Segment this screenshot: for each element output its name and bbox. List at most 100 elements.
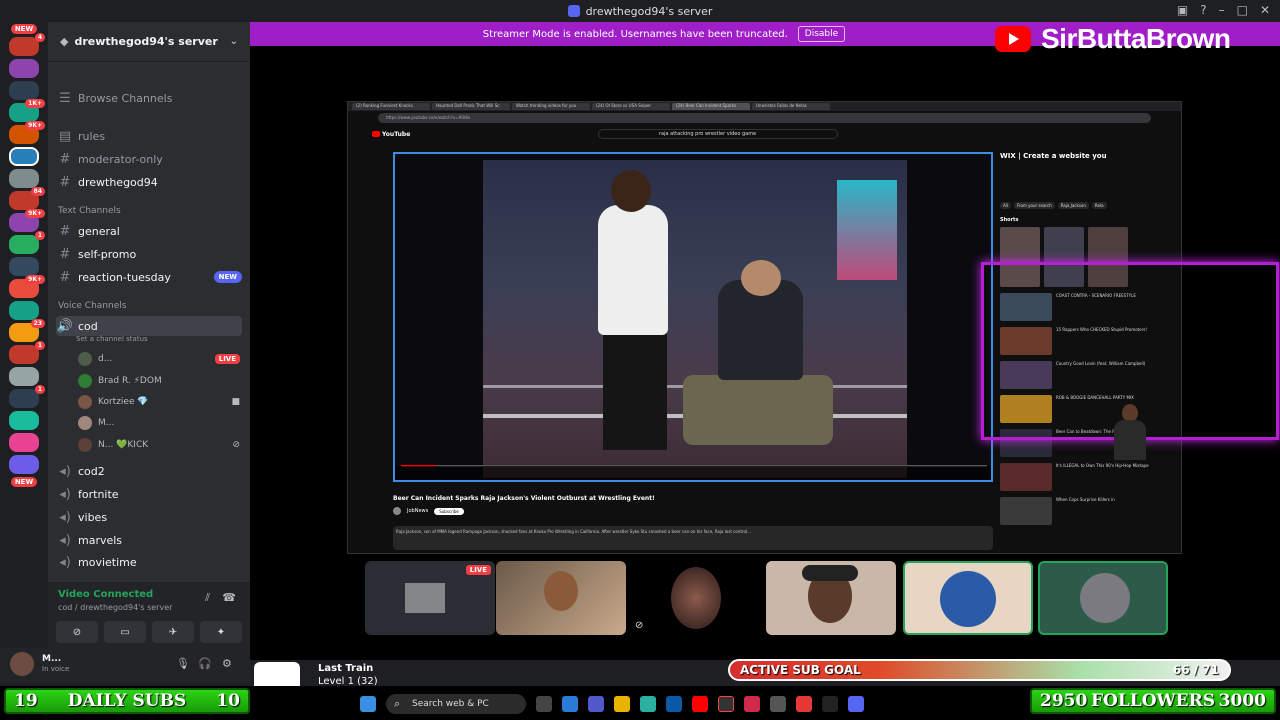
discord-icon[interactable] [848,696,864,712]
participant-tile-avatar-speaking[interactable] [903,561,1033,635]
voice-user[interactable]: d... LIVE [78,349,240,369]
youtube-search-input[interactable]: raja attacking pro wrestler video game [598,129,838,139]
server-icon[interactable] [9,81,39,100]
server-icon[interactable]: 1K+ [9,99,45,122]
server-icon[interactable]: 9K+ [9,275,45,298]
minimize-icon[interactable]: – [1219,3,1225,17]
channel-name[interactable]: JobNews [407,508,428,514]
voice-user[interactable]: Kortziee 💎 ■ [78,392,240,412]
voice-user[interactable]: Brad R. ⚡DOM [78,371,240,391]
maximize-icon[interactable]: □ [1237,3,1248,17]
user-avatar[interactable] [10,652,34,676]
voice-user[interactable]: M... [78,413,240,433]
server-icon[interactable] [9,257,39,276]
filter-chip[interactable]: All [1000,202,1011,209]
voice-channel-marvels[interactable]: ◂) marvels [56,530,242,550]
youtube-icon[interactable] [692,696,708,712]
noise-suppression-icon[interactable]: ⫽ [205,591,210,605]
video-player[interactable] [393,152,993,482]
camera-button[interactable]: ⊘ [56,621,98,643]
browser-tab-active[interactable]: (24) Beer Can Incident Sparks [672,103,750,110]
server-icon[interactable]: 9K+ [9,209,45,232]
teams-icon[interactable] [588,696,604,712]
participant-tile-avatar-speaking[interactable] [1038,561,1168,635]
server-icon[interactable]: 84 [9,187,45,210]
server-icon[interactable]: 1 [9,231,45,254]
server-header[interactable]: ◆ drewthegod94's server ⌄ [48,22,250,62]
participant-tile-camera[interactable] [496,561,626,635]
filter-chip[interactable]: From your search [1013,202,1055,209]
subscribe-button[interactable]: Subscribe [434,507,464,515]
channel-moderator-only[interactable]: # moderator-only [56,149,242,169]
browser-tab[interactable]: Haunted Doll Prank That Will Sc [432,103,510,110]
copilot-icon[interactable] [562,696,578,712]
server-icon[interactable] [9,433,39,452]
help-icon[interactable]: ? [1200,3,1206,17]
edge-icon[interactable] [640,696,656,712]
app-icon[interactable] [822,696,838,712]
server-icon[interactable]: 1 [9,385,45,408]
voice-channel-vibes[interactable]: ◂) vibes [56,507,242,527]
category-voice-channels[interactable]: Voice Channels [58,301,126,311]
browser-tab[interactable]: Watch trending videos for you [512,103,590,110]
set-channel-status[interactable]: Set a channel status [76,335,148,343]
server-icon[interactable]: 1 [9,341,45,364]
browser-tab[interactable]: Unwristos Fallas de Nelas [752,103,830,110]
server-icon[interactable]: 23 [9,319,45,342]
close-icon[interactable]: ✕ [1260,3,1270,17]
app-icon[interactable] [796,696,812,712]
filter-chip[interactable]: Raja Jackson [1057,202,1089,209]
server-icon-selected[interactable] [9,147,39,166]
server-icon[interactable]: 9K+ [9,121,45,144]
voice-channel-cod[interactable]: 🔊 cod [56,316,242,336]
browser-tab[interactable]: (24) OI Store vs USA Sniper [592,103,670,110]
category-text-channels[interactable]: Text Channels [58,206,121,216]
voice-channel-cod2[interactable]: ◂) cod2 [56,461,242,481]
screen-share-button[interactable]: ▭ [104,621,146,643]
file-explorer-icon[interactable] [614,696,630,712]
voice-user[interactable]: N... 💚KICK ⊘ [78,435,240,455]
filter-chip[interactable]: Rela [1091,202,1107,209]
sponsored-ad[interactable]: WIX | Create a website you [1000,152,1170,172]
video-description[interactable]: Raja Jackson, son of MMA legend Rampage … [393,526,993,550]
browser-tab[interactable]: (2) Ranking Funniest Knocks [352,103,430,110]
activities-button[interactable]: ✈ [152,621,194,643]
channel-avatar[interactable] [393,507,401,515]
task-view-icon[interactable] [536,696,552,712]
recommendation[interactable]: It's ILLEGAL to Own This 90's Hip-Hop Mi… [1000,463,1180,491]
participant-tile-stream[interactable]: LIVE [365,561,495,635]
server-icon[interactable] [9,411,39,430]
channel-reaction-tuesday[interactable]: # reaction-tuesday NEW [56,267,242,287]
tiktok-icon[interactable] [744,696,760,712]
soundboard-button[interactable]: ✦ [200,621,242,643]
server-icon[interactable] [9,455,39,474]
server-icon[interactable]: 4 [9,33,45,56]
channel-general[interactable]: # general [56,221,242,241]
microphone-icon[interactable]: 🎙 [176,657,190,670]
video-controls[interactable] [395,466,991,480]
server-icon[interactable] [9,367,39,386]
inbox-icon[interactable]: ▣ [1177,3,1188,17]
server-icon[interactable] [9,59,39,78]
taskbar-search[interactable]: ⌕ Search web & PC [386,694,526,714]
channel-self-promo[interactable]: # self-promo [56,244,242,264]
start-icon[interactable] [360,696,376,712]
voice-channel-movietime[interactable]: ◂) movietime [56,552,242,572]
address-bar[interactable]: https://www.youtube.com/watch?v=9OI8x [378,113,1151,123]
channel-drewthegod94[interactable]: # drewthegod94 [56,172,242,192]
participant-tile-avatar[interactable]: ⊘ [631,561,761,635]
voice-channel-fortnite[interactable]: ◂) fortnite [56,484,242,504]
app-icon[interactable] [770,696,786,712]
headphones-icon[interactable]: 🎧 [198,657,212,670]
store-icon[interactable] [666,696,682,712]
server-icon[interactable] [9,301,39,320]
channel-rules[interactable]: ▤ rules [56,126,242,146]
disable-streamer-mode-button[interactable]: Disable [797,26,846,42]
youtube-logo[interactable]: YouTube [372,131,410,138]
disconnect-icon[interactable]: ☎ [222,591,236,604]
browse-channels[interactable]: ☰ Browse Channels [56,88,242,108]
participant-tile-camera[interactable] [766,561,896,635]
recommendation[interactable]: When Cops Surprise Killers in [1000,497,1180,525]
settings-gear-icon[interactable]: ⚙ [222,657,232,670]
obs-icon[interactable] [718,696,734,712]
